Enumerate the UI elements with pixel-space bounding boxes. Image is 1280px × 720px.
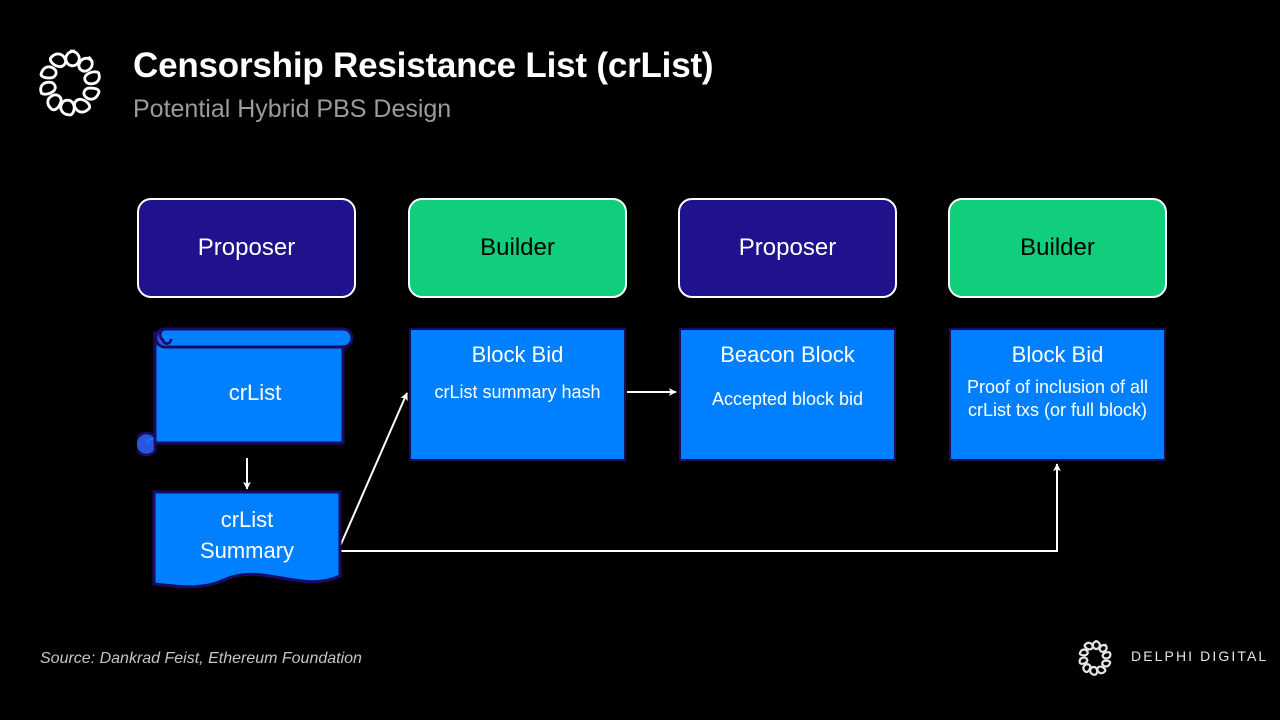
role-box-proposer-2[interactable]: Proposer (678, 198, 897, 298)
crlist-label-wrap: crList (137, 325, 359, 460)
role-box-builder-1[interactable]: Builder (408, 198, 627, 298)
data-box-body: crList summary hash (434, 382, 601, 402)
data-box-title: Block Bid (471, 342, 564, 367)
data-box-beacon-block[interactable]: Beacon Block Accepted block bid (679, 328, 896, 461)
delphi-knot-logo-icon (1073, 636, 1117, 680)
crlist-label: crList (228, 380, 282, 405)
footer-wordmark: DELPHI DIGITAL (1131, 648, 1269, 664)
crlist-summary-line2: Summary (199, 538, 295, 563)
role-box-builder-2[interactable]: Builder (948, 198, 1167, 298)
connector-summary-to-final-block-bid (338, 463, 1061, 552)
crlist-summary-line1: crList (220, 507, 274, 532)
data-box-title: Beacon Block (720, 342, 855, 367)
role-label: Proposer (197, 234, 296, 261)
data-box-block-bid-2[interactable]: Block Bid Proof of inclusion of all crLi… (949, 328, 1166, 461)
diagram-area: Proposer Builder Proposer Builder crList… (0, 0, 1280, 720)
data-box-body: Accepted block bid (711, 389, 864, 409)
data-box-title: Block Bid (1011, 342, 1104, 367)
slide-canvas: Censorship Resistance List (crList) Pote… (0, 0, 1280, 720)
footer-logo: DELPHI DIGITAL (1073, 636, 1266, 680)
crlist-summary-label-wrap: crList Summary (152, 490, 342, 580)
data-box-body: Proof of inclusion of all crList txs (or… (966, 377, 1149, 420)
data-box-block-bid-1[interactable]: Block Bid crList summary hash (409, 328, 626, 461)
role-label: Builder (480, 234, 555, 261)
role-box-proposer-1[interactable]: Proposer (137, 198, 356, 298)
role-label: Proposer (738, 234, 837, 261)
role-label: Builder (1020, 234, 1095, 261)
source-note: Source: Dankrad Feist, Ethereum Foundati… (40, 650, 362, 667)
